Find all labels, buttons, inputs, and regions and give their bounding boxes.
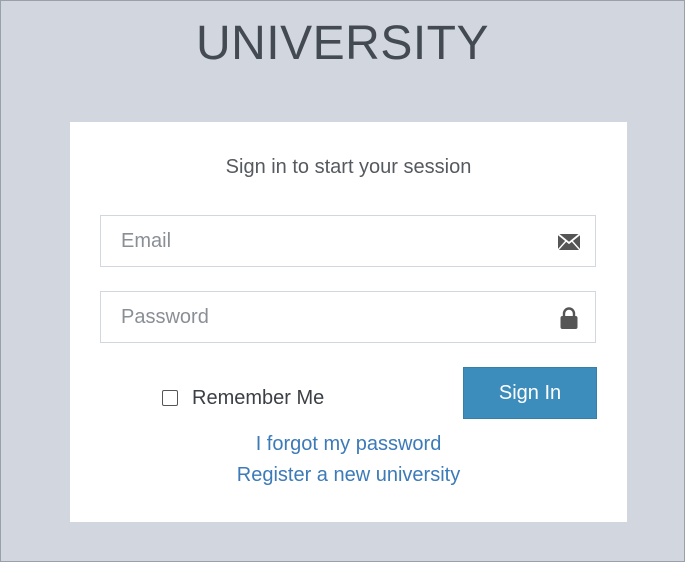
remember-me-control[interactable]: Remember Me bbox=[162, 386, 324, 410]
email-field-group bbox=[100, 215, 596, 267]
remember-me-checkbox[interactable] bbox=[162, 390, 178, 406]
remember-me-label: Remember Me bbox=[192, 386, 325, 409]
sign-in-button[interactable]: Sign In bbox=[463, 367, 597, 419]
app-logo: UNIVERSITY bbox=[195, 17, 490, 70]
lock-icon bbox=[560, 307, 578, 329]
register-link[interactable]: Register a new university bbox=[70, 462, 627, 488]
login-box-message: Sign in to start your session bbox=[225, 156, 472, 178]
password-field-group bbox=[100, 291, 596, 343]
forgot-password-link[interactable]: I forgot my password bbox=[70, 431, 627, 457]
login-box: Sign in to start your session Remember M… bbox=[70, 122, 627, 522]
password-input[interactable] bbox=[101, 292, 595, 342]
email-input[interactable] bbox=[101, 216, 595, 266]
envelope-icon bbox=[557, 233, 581, 251]
